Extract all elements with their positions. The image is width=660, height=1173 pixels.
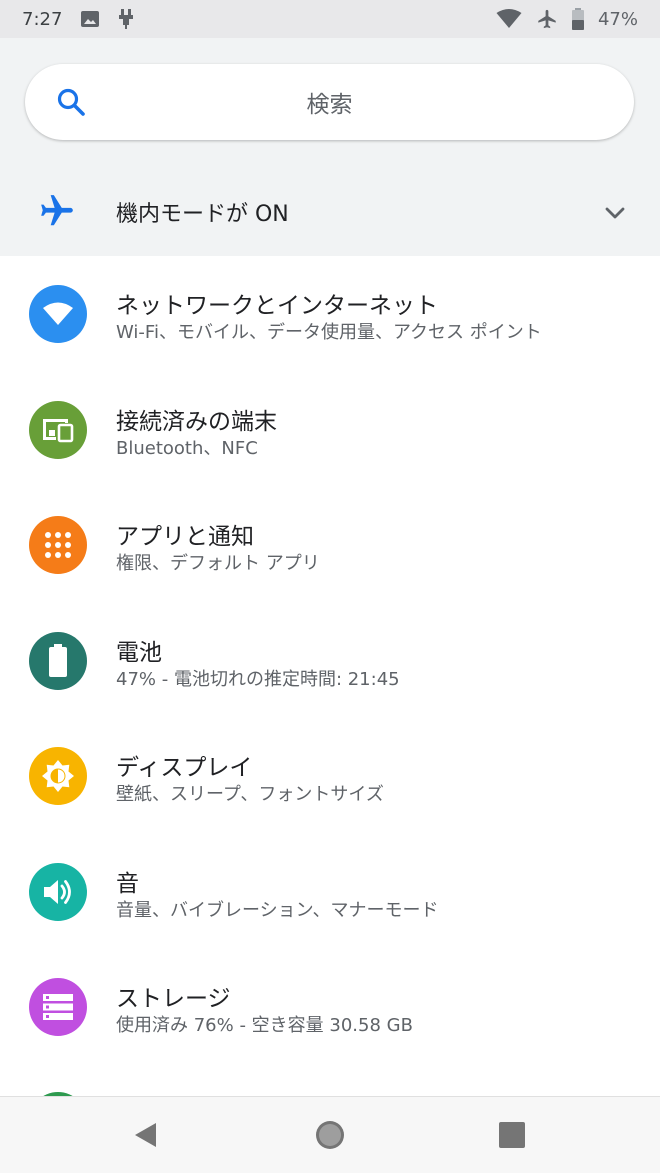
image-icon — [81, 11, 100, 27]
settings-item-title: ストレージ — [116, 986, 231, 1012]
settings-list: ネットワークとインターネット Wi-Fi、モバイル、データ使用量、アクセス ポイ… — [0, 256, 660, 1065]
settings-item-title: ディスプレイ — [116, 755, 253, 781]
settings-item-title: ネットワークとインターネット — [116, 293, 438, 319]
recent-apps-icon[interactable] — [499, 1122, 525, 1148]
wifi-icon — [29, 285, 87, 343]
settings-item-connected-devices[interactable]: 接続済みの端末 Bluetooth、NFC — [0, 372, 660, 488]
volume-icon — [29, 862, 87, 921]
chevron-down-icon[interactable] — [602, 200, 628, 226]
airplane-icon — [41, 195, 73, 226]
wifi-icon — [496, 9, 522, 28]
settings-item-title: 音 — [116, 870, 139, 897]
settings-item-subtitle: 音量、バイブレーション、マナーモード — [116, 899, 439, 921]
airplane-mode-banner[interactable]: 機内モードが ON — [0, 174, 660, 250]
brightness-icon — [29, 747, 87, 805]
battery-icon — [29, 631, 87, 690]
battery-percentage: 47% — [597, 8, 638, 30]
usb-debug-icon — [119, 9, 134, 29]
storage-icon — [29, 978, 87, 1036]
settings-header: 検索 機内モードが ON — [0, 38, 660, 256]
search-icon — [57, 88, 85, 116]
settings-item-subtitle: 壁紙、スリープ、フォントサイズ — [116, 784, 384, 805]
airplane-icon — [538, 9, 556, 29]
settings-item-display[interactable]: ディスプレイ 壁紙、スリープ、フォントサイズ — [0, 718, 660, 834]
devices-icon — [29, 400, 87, 459]
settings-item-battery[interactable]: 電池 47% - 電池切れの推定時間: 21:45 — [0, 603, 660, 719]
battery-icon — [571, 8, 584, 30]
settings-item-title: アプリと通知 — [116, 524, 254, 550]
airplane-mode-label: 機内モードが ON — [116, 202, 289, 227]
settings-item-subtitle: 権限、デフォルト アプリ — [116, 553, 320, 574]
settings-item-subtitle: 47% - 電池切れの推定時間: 21:45 — [116, 668, 400, 690]
settings-item-subtitle: 使用済み 76% - 空き容量 30.58 GB — [116, 1015, 413, 1036]
home-icon[interactable] — [314, 1119, 346, 1151]
search-placeholder: 検索 — [306, 92, 353, 118]
navigation-bar — [0, 1096, 660, 1173]
settings-item-title: 接続済みの端末 — [116, 408, 277, 435]
status-bar: 7:27 47% — [0, 0, 660, 38]
search-bar[interactable]: 検索 — [25, 64, 634, 140]
settings-item-apps[interactable]: アプリと通知 権限、デフォルト アプリ — [0, 487, 660, 603]
settings-item-sound[interactable]: 音 音量、バイブレーション、マナーモード — [0, 834, 660, 950]
settings-item-subtitle: Bluetooth、NFC — [116, 437, 258, 459]
settings-item-title: 電池 — [116, 639, 162, 666]
back-icon[interactable] — [132, 1121, 160, 1149]
apps-grid-icon — [29, 516, 87, 574]
settings-item-subtitle: Wi-Fi、モバイル、データ使用量、アクセス ポイント — [116, 322, 542, 343]
settings-item-network[interactable]: ネットワークとインターネット Wi-Fi、モバイル、データ使用量、アクセス ポイ… — [0, 256, 660, 372]
settings-item-storage[interactable]: ストレージ 使用済み 76% - 空き容量 30.58 GB — [0, 949, 660, 1065]
status-time: 7:27 — [22, 8, 63, 30]
